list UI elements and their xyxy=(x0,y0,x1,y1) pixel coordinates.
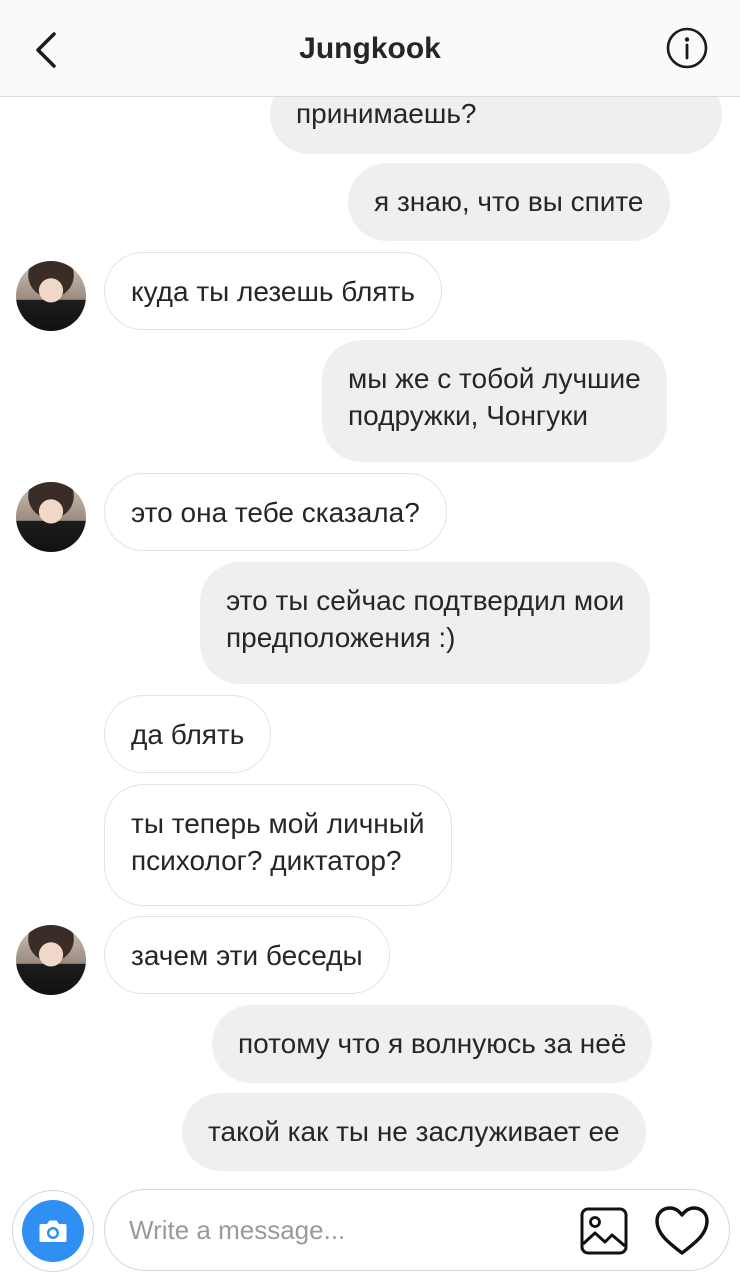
message-outgoing: потому что я волнуюсь за неё xyxy=(212,1005,653,1083)
message-incoming: куда ты лезешь блять xyxy=(104,252,442,330)
image-icon xyxy=(580,1207,628,1255)
message-incoming: это она тебе сказала? xyxy=(104,473,447,551)
avatar[interactable] xyxy=(16,925,86,995)
heart-icon xyxy=(655,1206,709,1255)
like-button[interactable] xyxy=(653,1204,711,1258)
camera-button[interactable] xyxy=(12,1190,94,1272)
message-incoming: да блять xyxy=(104,695,272,773)
chat-title[interactable]: Jungkook xyxy=(0,32,740,66)
message-incoming: ты теперь мой личный психолог? диктатор? xyxy=(104,784,452,906)
gallery-button[interactable] xyxy=(579,1206,629,1256)
message-outgoing: я знаю, что вы спите xyxy=(348,163,670,241)
info-button[interactable] xyxy=(665,26,709,70)
message-outgoing: принимаешь? xyxy=(270,97,722,154)
message-outgoing: это ты сейчас подтвердил мои предположен… xyxy=(200,562,651,684)
avatar[interactable] xyxy=(16,482,86,552)
info-icon xyxy=(666,27,708,69)
message-input[interactable] xyxy=(129,1210,569,1250)
message-thread[interactable]: принимаешь? я знаю, что вы спите куда ты… xyxy=(0,97,740,1177)
message-incoming: зачем эти беседы xyxy=(104,916,390,994)
message-outgoing: мы же с тобой лучшие подружки, Чонгуки xyxy=(322,340,667,462)
avatar[interactable] xyxy=(16,261,86,331)
message-outgoing: такой как ты не заслуживает ее xyxy=(182,1093,646,1171)
message-composer xyxy=(104,1189,730,1271)
camera-icon xyxy=(39,1220,67,1242)
chat-header: Jungkook xyxy=(0,0,740,97)
